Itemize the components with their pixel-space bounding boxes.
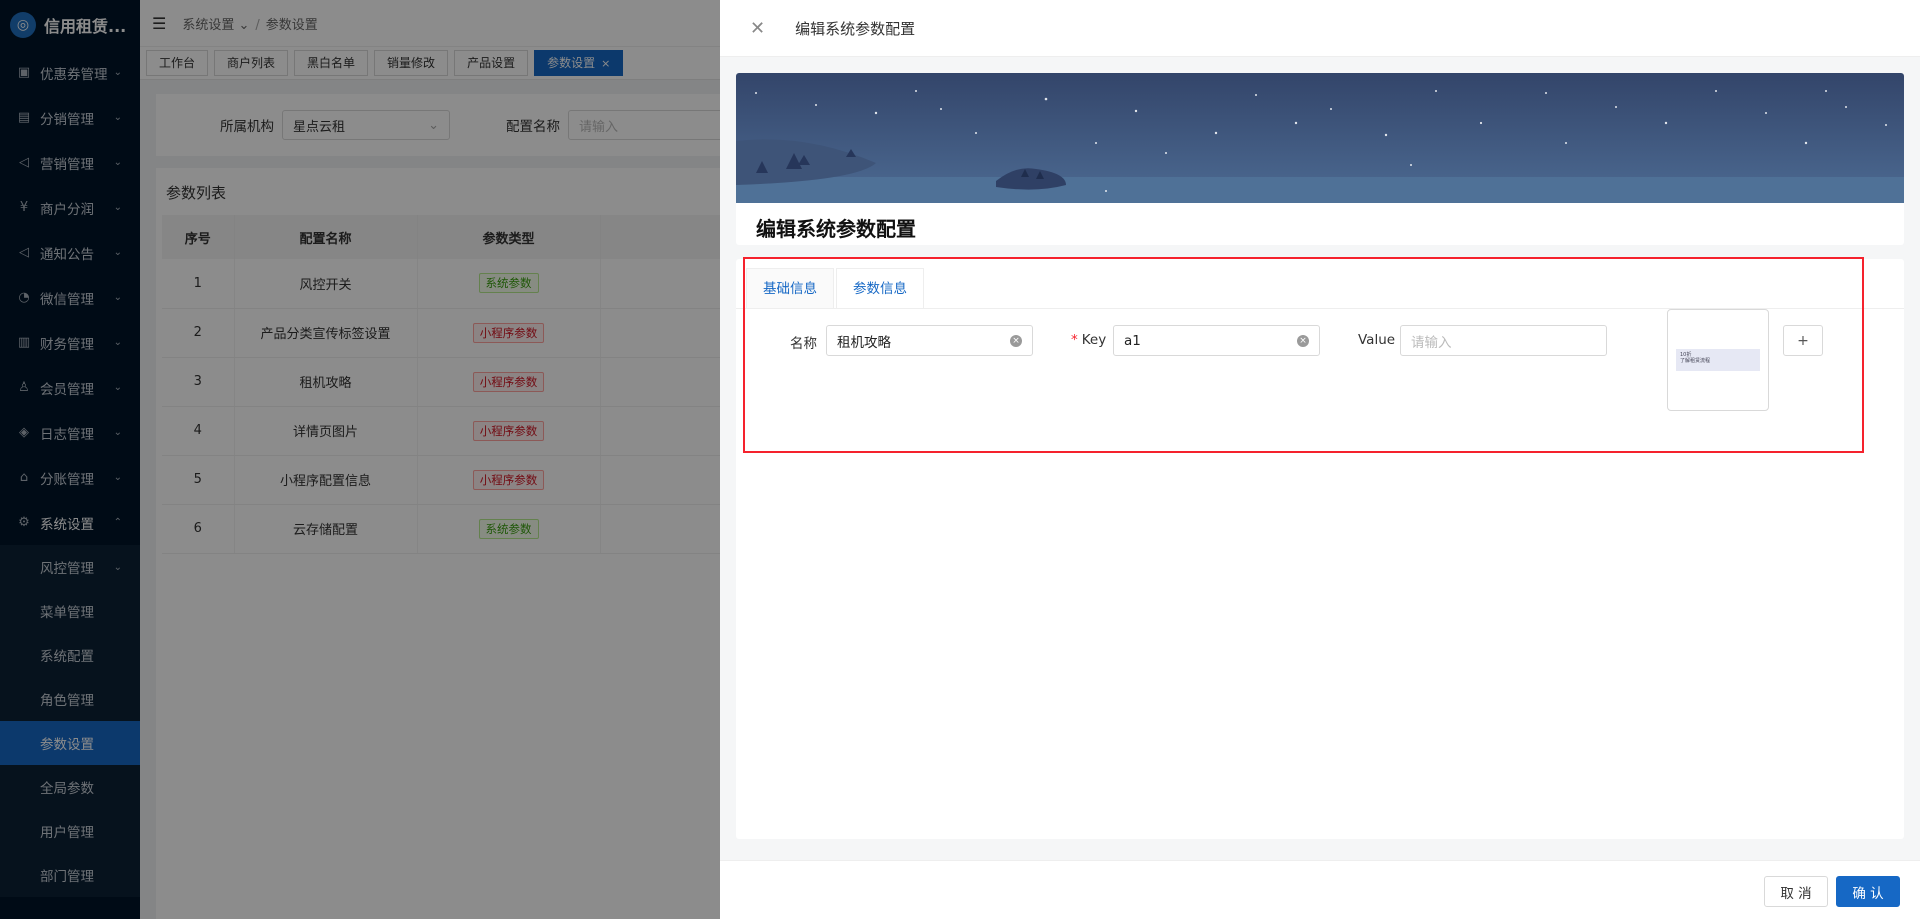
form-tabs: 基础信息 参数信息 bbox=[736, 259, 1904, 309]
clear-icon[interactable]: × bbox=[1010, 334, 1022, 347]
image-thumbnail[interactable]: 10折 了解租赁流程 bbox=[1667, 309, 1769, 411]
drawer-body: 编辑系统参数配置 基础信息 参数信息 名称 租机攻略 × * Key a1 × V… bbox=[720, 57, 1920, 860]
banner-image bbox=[736, 73, 1904, 203]
cancel-button[interactable]: 取 消 bbox=[1764, 876, 1828, 907]
clear-icon[interactable]: × bbox=[1297, 334, 1309, 347]
key-input[interactable]: a1 × bbox=[1113, 325, 1320, 356]
param-form-row: 名称 租机攻略 × * Key a1 × Value 请输入 10折 了解租赁流… bbox=[736, 309, 1904, 419]
edit-drawer: ✕ 编辑系统参数配置 编辑系统参数配置 基础信息 参数信息 名称 租机攻略 × … bbox=[720, 0, 1920, 919]
night-sky-illustration bbox=[736, 73, 1904, 203]
value-input[interactable]: 请输入 bbox=[1400, 325, 1607, 356]
form-card: 基础信息 参数信息 名称 租机攻略 × *Key a1 × Value 请输入 bbox=[736, 259, 1904, 839]
required-mark: * bbox=[1071, 332, 1078, 348]
close-icon[interactable]: ✕ bbox=[750, 18, 765, 39]
add-param-button[interactable]: + bbox=[1783, 325, 1823, 356]
drawer-footer: 取 消 确 认 bbox=[720, 860, 1920, 919]
name-label: 名称 bbox=[790, 336, 817, 352]
banner-card: 编辑系统参数配置 bbox=[736, 73, 1904, 245]
tab-param-info[interactable]: 参数信息 bbox=[836, 268, 924, 308]
banner-title: 编辑系统参数配置 bbox=[756, 217, 916, 241]
tab-basic-info[interactable]: 基础信息 bbox=[746, 268, 834, 308]
key-label: * Key bbox=[1071, 332, 1107, 348]
drawer-header: ✕ 编辑系统参数配置 bbox=[720, 0, 1920, 57]
confirm-button[interactable]: 确 认 bbox=[1836, 876, 1900, 907]
value-label: Value bbox=[1358, 332, 1396, 348]
name-input[interactable]: 租机攻略 × bbox=[826, 325, 1033, 356]
drawer-title: 编辑系统参数配置 bbox=[795, 19, 916, 38]
thumbnail-image: 10折 了解租赁流程 bbox=[1676, 349, 1760, 371]
